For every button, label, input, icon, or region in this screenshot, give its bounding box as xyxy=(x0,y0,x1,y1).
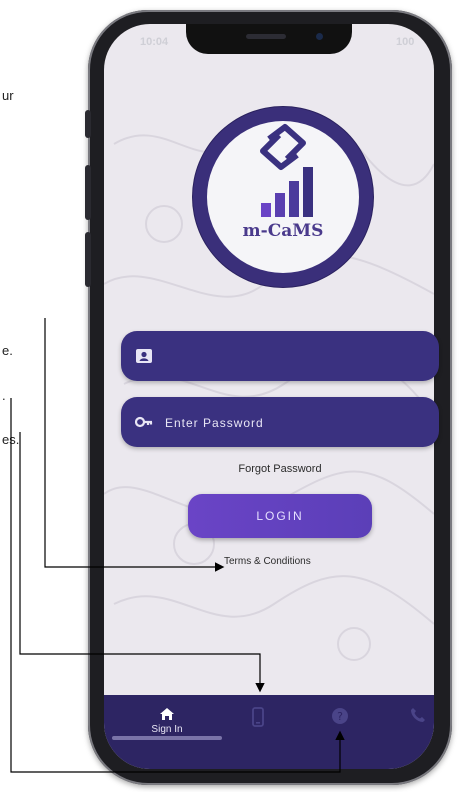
annotation-arrows xyxy=(10,318,345,773)
arrow-to-help-tab xyxy=(10,398,345,773)
arrow-to-terms xyxy=(44,318,225,572)
arrow-to-device-tab xyxy=(19,432,265,693)
